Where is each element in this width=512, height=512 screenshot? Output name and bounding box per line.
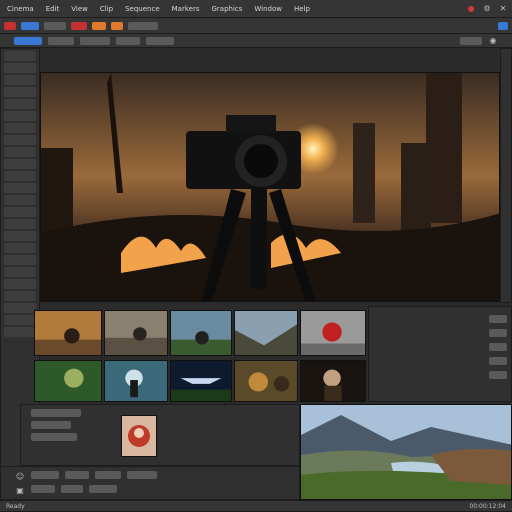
panel-control[interactable] <box>489 343 507 351</box>
sidebar-item[interactable] <box>4 159 36 169</box>
sidebar-item[interactable] <box>4 255 36 265</box>
landscape-preview[interactable] <box>300 404 512 500</box>
transport-control[interactable] <box>31 471 59 479</box>
clip-thumbnail[interactable] <box>170 310 232 356</box>
color-button[interactable] <box>111 21 123 30</box>
menu-view[interactable]: View <box>68 4 91 14</box>
property-field[interactable] <box>31 409 81 417</box>
transport-control[interactable] <box>61 485 83 493</box>
app-title[interactable]: Cinema <box>4 4 37 14</box>
menu-window[interactable]: Window <box>251 4 285 14</box>
toolbar-chip[interactable] <box>44 21 66 30</box>
menu-sequence[interactable]: Sequence <box>122 4 163 14</box>
sidebar-item[interactable] <box>4 135 36 145</box>
clip-thumbnail[interactable] <box>170 360 232 402</box>
effects-button[interactable] <box>71 21 87 30</box>
status-bar: Ready 00:00:12:04 <box>0 500 512 512</box>
panel-control[interactable] <box>489 315 507 323</box>
sidebar-item[interactable] <box>4 219 36 229</box>
toolbar <box>0 18 512 34</box>
sidebar-item[interactable] <box>4 279 36 289</box>
lock-icon[interactable]: ▣ <box>15 485 25 495</box>
record-button[interactable] <box>4 21 16 30</box>
program-viewer[interactable] <box>40 72 500 302</box>
sidebar-item[interactable] <box>4 231 36 241</box>
sidebar-item[interactable] <box>4 327 36 337</box>
sidebar-item[interactable] <box>4 51 36 61</box>
menu-edit[interactable]: Edit <box>43 4 63 14</box>
transport-control[interactable] <box>65 471 89 479</box>
export-button[interactable] <box>128 21 158 30</box>
tab-clip[interactable] <box>80 36 110 45</box>
audio-button[interactable] <box>92 21 106 30</box>
clip-thumbnail[interactable] <box>234 360 298 402</box>
eye-icon[interactable]: ◉ <box>488 36 498 46</box>
menu-help[interactable]: Help <box>291 4 313 14</box>
sidebar-item[interactable] <box>4 291 36 301</box>
character-panel <box>20 404 300 466</box>
settings-icon[interactable]: ⚙ <box>482 4 492 14</box>
right-scrollbar[interactable] <box>500 48 512 303</box>
avatar-icon[interactable]: ☺ <box>15 471 25 481</box>
menu-markers[interactable]: Markers <box>169 4 203 14</box>
clip-thumbnail[interactable] <box>34 310 102 356</box>
clip-thumbnail[interactable] <box>104 360 168 402</box>
sidebar-item[interactable] <box>4 99 36 109</box>
sidebar-item[interactable] <box>4 147 36 157</box>
status-text: Ready <box>6 502 25 510</box>
transport-control[interactable] <box>31 485 55 493</box>
record-icon[interactable] <box>466 4 476 14</box>
character-thumbnail[interactable] <box>121 415 157 457</box>
panel-control[interactable] <box>489 357 507 365</box>
sidebar-item[interactable] <box>4 87 36 97</box>
sidebar-item[interactable] <box>4 75 36 85</box>
sidebar-item[interactable] <box>4 267 36 277</box>
sidebar-item[interactable] <box>4 243 36 253</box>
menu-bar: Cinema Edit View Clip Sequence Markers G… <box>0 0 512 18</box>
zoom-select[interactable] <box>460 36 482 45</box>
tab-source[interactable] <box>48 36 74 45</box>
menu-graphics[interactable]: Graphics <box>208 4 245 14</box>
tab-program[interactable] <box>14 36 42 45</box>
sidebar-item[interactable] <box>4 183 36 193</box>
menu-clip[interactable]: Clip <box>97 4 116 14</box>
clip-thumbnail[interactable] <box>234 310 298 356</box>
transport-control[interactable] <box>89 485 117 493</box>
sidebar-item[interactable] <box>4 207 36 217</box>
sidebar-item[interactable] <box>4 303 36 313</box>
clip-thumbnail[interactable] <box>300 310 366 356</box>
sidebar-item[interactable] <box>4 63 36 73</box>
sidebar-item[interactable] <box>4 315 36 325</box>
close-icon[interactable]: ✕ <box>498 4 508 14</box>
property-field[interactable] <box>31 433 77 441</box>
layout-button[interactable] <box>498 21 508 30</box>
sidebar-item[interactable] <box>4 123 36 133</box>
tab-marker[interactable] <box>116 36 140 45</box>
timecode-display: 00:00:12:04 <box>469 502 506 510</box>
sidebar-item[interactable] <box>4 111 36 121</box>
property-field[interactable] <box>31 421 71 429</box>
clip-thumbnail[interactable] <box>104 310 168 356</box>
panel-control[interactable] <box>489 371 507 379</box>
clip-thumbnail[interactable] <box>300 360 366 402</box>
transport-control[interactable] <box>95 471 121 479</box>
sidebar-item[interactable] <box>4 195 36 205</box>
media-button[interactable] <box>21 21 39 30</box>
clip-thumbnail[interactable] <box>34 360 102 402</box>
transport-control[interactable] <box>127 471 157 479</box>
tab-effects[interactable] <box>146 36 174 45</box>
clip-info-panel <box>368 306 512 402</box>
transport-panel: ☺ ▣ <box>0 466 300 500</box>
sub-toolbar: ◉ <box>0 34 512 48</box>
panel-control[interactable] <box>489 329 507 337</box>
sidebar-item[interactable] <box>4 171 36 181</box>
